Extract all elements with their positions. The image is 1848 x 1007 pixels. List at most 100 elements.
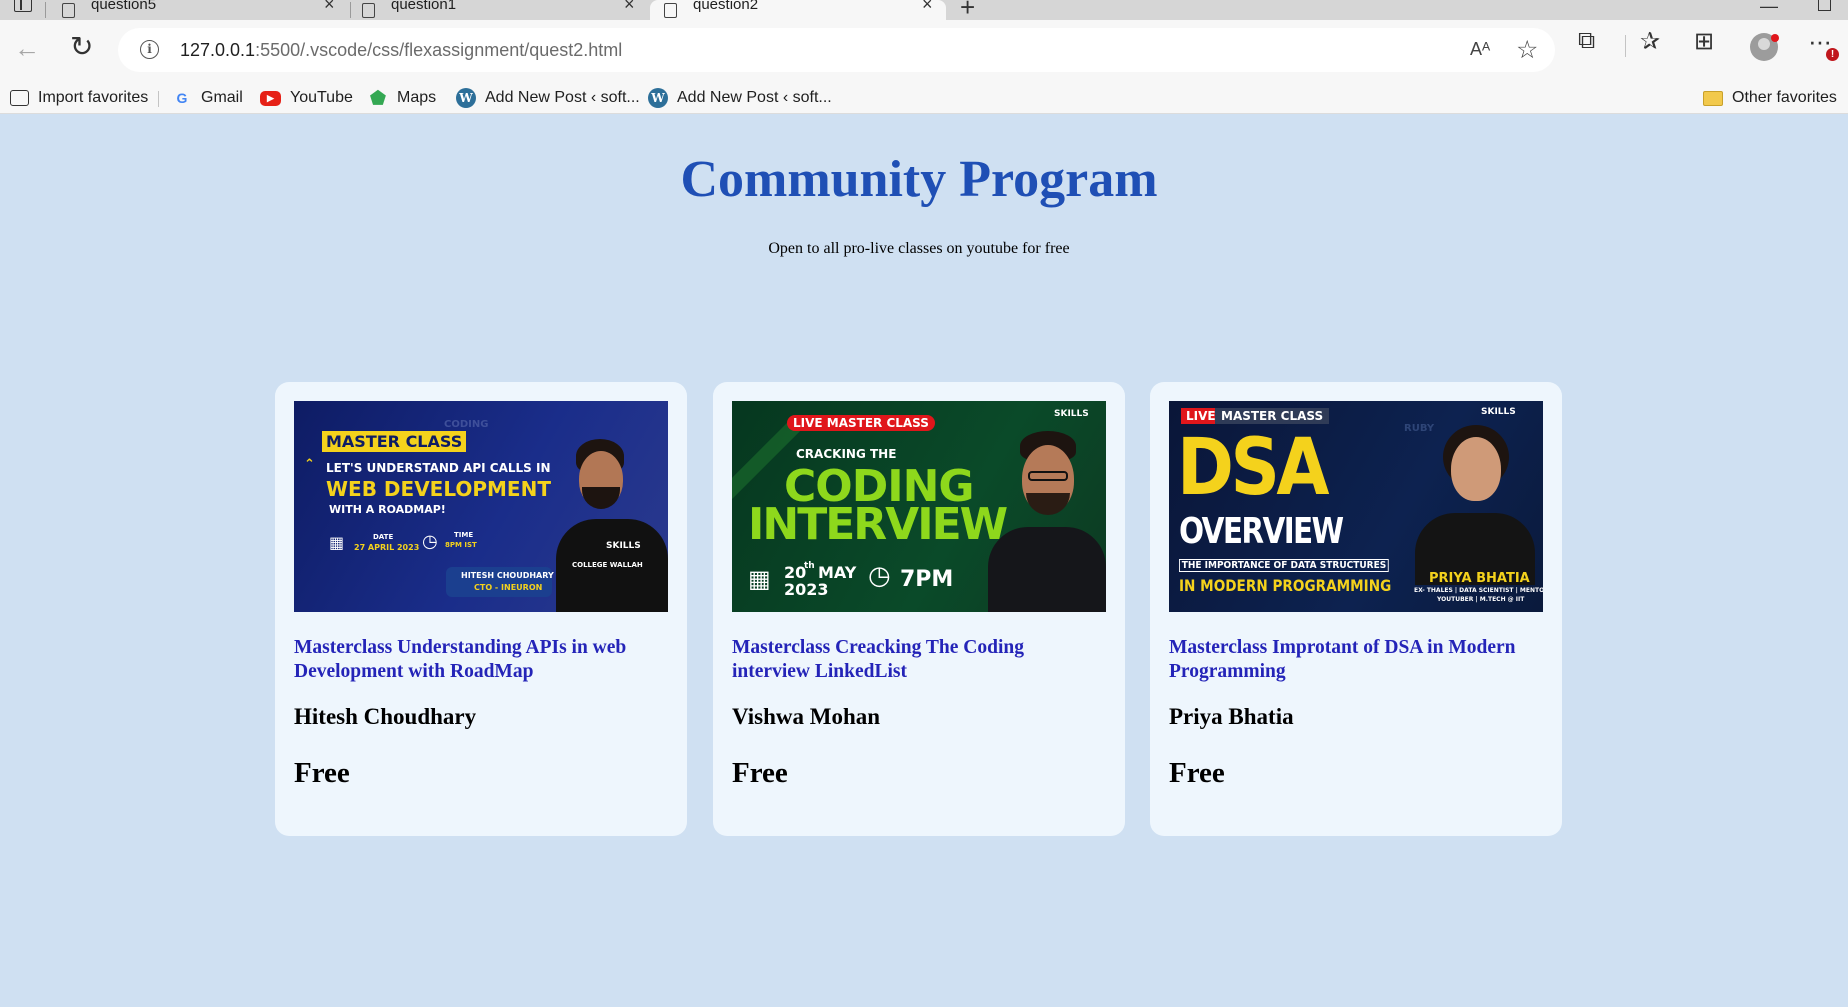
doc-icon: [362, 2, 375, 18]
thumb-line1: CRACKING THE: [796, 447, 897, 461]
favorites-icon[interactable]: ✰: [1640, 27, 1660, 56]
course-author: Hitesh Choudhary: [294, 704, 477, 729]
tab-label: question2: [693, 0, 759, 13]
thumb-badge: MASTER CLASS: [1215, 408, 1330, 424]
presenter-photo: [988, 431, 1106, 612]
folder-icon: [1703, 90, 1723, 106]
doc-icon: [62, 2, 75, 18]
thumb-badge: MASTER CLASS: [322, 431, 467, 452]
google-icon: G: [176, 90, 188, 106]
favorite-add-new-post-2[interactable]: W Add New Post ‹ soft...: [648, 82, 832, 114]
minimize-icon[interactable]: —: [1760, 0, 1778, 17]
course-author: Priya Bhatia: [1169, 704, 1294, 729]
favorites-bar: Import favorites G Gmail ▶ YouTube ⬟ Map…: [0, 82, 1848, 114]
sidebar-toggle-icon[interactable]: [14, 0, 32, 12]
back-arrow-icon[interactable]: ←: [14, 33, 40, 64]
presenter-photo: [556, 439, 668, 612]
course-card: CODING MASTER CLASS ⌃ LET'S UNDERSTAND A…: [275, 382, 687, 836]
course-price: Free: [732, 757, 788, 789]
page-subtitle: Open to all pro-live classes on youtube …: [768, 240, 1070, 257]
calendar-icon: ▦: [748, 565, 771, 593]
favorite-maps[interactable]: ⬟ Maps: [368, 82, 436, 114]
thumb-line2: WEB DEVELOPMENT: [326, 477, 551, 501]
tab-question2[interactable]: question2 ×: [650, 0, 946, 20]
thumb-line2: OVERVIEW: [1179, 511, 1344, 552]
thumb-date-label: DATE: [373, 533, 394, 541]
thumb-skills: SKILLS: [1481, 407, 1516, 417]
favorite-other[interactable]: Other favorites: [1703, 82, 1837, 114]
tab-label: question5: [91, 0, 157, 13]
favorite-label: Add New Post ‹ soft...: [485, 89, 640, 106]
close-icon[interactable]: ×: [324, 0, 335, 15]
browser-toolbar: ← ↻ i 127.0.0.1:5500/.vscode/css/flexass…: [0, 20, 1848, 82]
thumb-shirt: COLLEGE WALLAH: [572, 561, 643, 569]
course-thumbnail[interactable]: RUBY LIVE MASTER CLASS DSA OVERVIEW THE …: [1169, 401, 1543, 612]
tab-divider: [350, 2, 351, 18]
url-text[interactable]: 127.0.0.1:5500/.vscode/css/flexassignmen…: [180, 40, 622, 61]
thumb-name: HITESH CHOUDHARY: [461, 571, 554, 580]
thumb-line1: LET'S UNDERSTAND API CALLS IN: [326, 461, 551, 475]
info-icon[interactable]: i: [140, 40, 159, 59]
course-thumbnail[interactable]: CODING MASTER CLASS ⌃ LET'S UNDERSTAND A…: [294, 401, 668, 612]
favorite-label: Maps: [397, 89, 437, 106]
thumb-badge: LIVE MASTER CLASS: [787, 415, 935, 431]
thumb-bg-word: CODING: [444, 419, 489, 430]
maps-icon: ⬟: [370, 88, 386, 108]
toolbar-divider: [1625, 35, 1626, 57]
menu-badge: !: [1826, 48, 1839, 61]
favorite-add-new-post-1[interactable]: W Add New Post ‹ soft...: [456, 82, 640, 114]
page-title: Community Program: [680, 151, 1158, 208]
close-icon[interactable]: ×: [624, 0, 635, 15]
favorite-label: Gmail: [201, 89, 243, 106]
clock-icon: ◷: [422, 531, 438, 552]
thumb-skills: SKILLS: [1054, 409, 1089, 419]
thumb-time: 7PM: [900, 567, 954, 592]
extensions-icon[interactable]: ⧉: [1578, 27, 1595, 55]
course-title-link[interactable]: Masterclass Improtant of DSA in Modern P…: [1169, 636, 1539, 684]
reload-icon[interactable]: ↻: [70, 30, 93, 63]
favorite-label: Add New Post ‹ soft...: [677, 89, 832, 106]
course-card: LIVE MASTER CLASS CRACKING THE CODING IN…: [713, 382, 1125, 836]
add-favorite-icon[interactable]: ☆: [1516, 35, 1538, 65]
doc-icon: [664, 2, 677, 18]
thumb-role: EX- THALES | DATA SCIENTIST | MENTOR: [1414, 587, 1543, 594]
favorite-gmail[interactable]: G Gmail: [172, 82, 243, 114]
thumb-role2: YOUTUBER | M.TECH @ IIT: [1437, 596, 1525, 603]
thumb-name: PRIYA BHATIA: [1429, 571, 1530, 586]
calendar-icon: ▦: [329, 533, 345, 552]
thumb-line3: THE IMPORTANCE OF DATA STRUCTURES: [1179, 559, 1389, 572]
collections-icon[interactable]: ⊞: [1694, 27, 1714, 56]
course-price: Free: [1169, 757, 1225, 789]
thumb-date-sup: th: [804, 561, 815, 571]
tab-question1[interactable]: question1 ×: [362, 0, 640, 20]
thumb-time: 8PM IST: [445, 541, 477, 549]
course-title-link[interactable]: Masterclass Creacking The Coding intervi…: [732, 636, 1102, 684]
wordpress-icon: W: [456, 88, 476, 108]
course-author: Vishwa Mohan: [732, 704, 881, 729]
profile-notification-dot: [1771, 34, 1779, 42]
thumb-line3: WITH A ROADMAP!: [329, 503, 446, 516]
maximize-icon[interactable]: [1818, 0, 1831, 11]
tab-label: question1: [391, 0, 457, 13]
favorite-youtube[interactable]: ▶ YouTube: [260, 82, 353, 114]
thumb-date: 27 APRIL 2023: [354, 543, 420, 552]
course-thumbnail[interactable]: LIVE MASTER CLASS CRACKING THE CODING IN…: [732, 401, 1106, 612]
favorite-label: Import favorites: [38, 89, 149, 106]
read-aloud-icon[interactable]: Aᴬ: [1470, 39, 1490, 60]
course-card: RUBY LIVE MASTER CLASS DSA OVERVIEW THE …: [1150, 382, 1562, 836]
thumb-line1: DSA: [1177, 423, 1330, 513]
url-host: 127.0.0.1: [180, 40, 256, 60]
chevron-up-icon: ⌃: [304, 457, 315, 472]
tab-question5[interactable]: question5 ×: [62, 0, 340, 20]
tab-divider: [45, 2, 46, 18]
thumb-line3: INTERVIEW: [748, 499, 1008, 550]
favorite-import[interactable]: Import favorites: [10, 82, 148, 114]
thumb-line4: IN MODERN PROGRAMMING: [1179, 576, 1392, 595]
close-icon[interactable]: ×: [922, 0, 933, 15]
url-path: :5500/.vscode/css/flexassignment/quest2.…: [255, 40, 623, 60]
course-title-link[interactable]: Masterclass Understanding APIs in web De…: [294, 636, 664, 684]
thumb-role: CTO - INEURON: [474, 583, 543, 592]
clock-icon: ◷: [868, 561, 891, 591]
address-bar[interactable]: i 127.0.0.1:5500/.vscode/css/flexassignm…: [118, 28, 1555, 72]
favorite-label: YouTube: [290, 89, 353, 106]
